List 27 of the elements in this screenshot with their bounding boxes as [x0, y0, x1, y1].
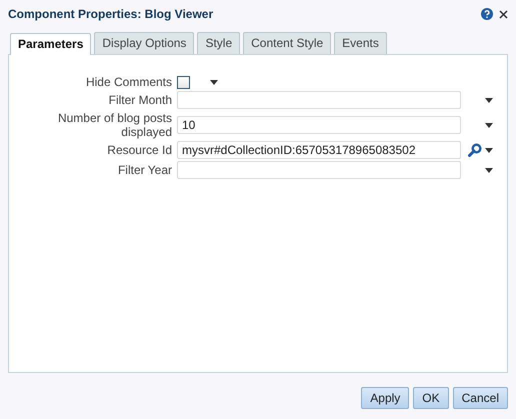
- checkbox[interactable]: [177, 76, 190, 88]
- help-icon[interactable]: [481, 8, 493, 20]
- tab[interactable]: Parameters: [10, 33, 92, 55]
- dialog-button[interactable]: OK: [413, 387, 449, 409]
- input-field[interactable]: [177, 161, 461, 179]
- close-icon[interactable]: [499, 10, 508, 18]
- tab[interactable]: Content Style: [243, 32, 332, 54]
- dropdown-caret-icon[interactable]: [485, 98, 493, 102]
- tab[interactable]: Events: [334, 32, 387, 54]
- dropdown-caret-icon[interactable]: [210, 80, 218, 84]
- input-field[interactable]: 10: [177, 116, 461, 134]
- dropdown-caret-icon[interactable]: [485, 122, 493, 128]
- field-label: Filter Month: [108, 93, 172, 107]
- input-field[interactable]: mysvr#dCollectionID:657053178965083502: [177, 141, 461, 159]
- window-title: Component Properties: Blog Viewer: [8, 7, 214, 21]
- dropdown-caret-icon[interactable]: [485, 148, 493, 152]
- input-field[interactable]: [177, 91, 461, 109]
- dialog-button[interactable]: Cancel: [452, 387, 508, 409]
- dialog-button[interactable]: Apply: [361, 387, 410, 409]
- search-icon[interactable]: [468, 143, 482, 157]
- field-label: Resource Id: [106, 143, 172, 157]
- field-label: Filter Year: [116, 163, 172, 177]
- tab[interactable]: Style: [197, 32, 240, 54]
- tab[interactable]: Display Options: [94, 32, 194, 54]
- field-label: Number of blog posts displayed: [56, 111, 172, 139]
- field-label: Hide Comments: [84, 75, 172, 89]
- dropdown-caret-icon[interactable]: [485, 168, 493, 172]
